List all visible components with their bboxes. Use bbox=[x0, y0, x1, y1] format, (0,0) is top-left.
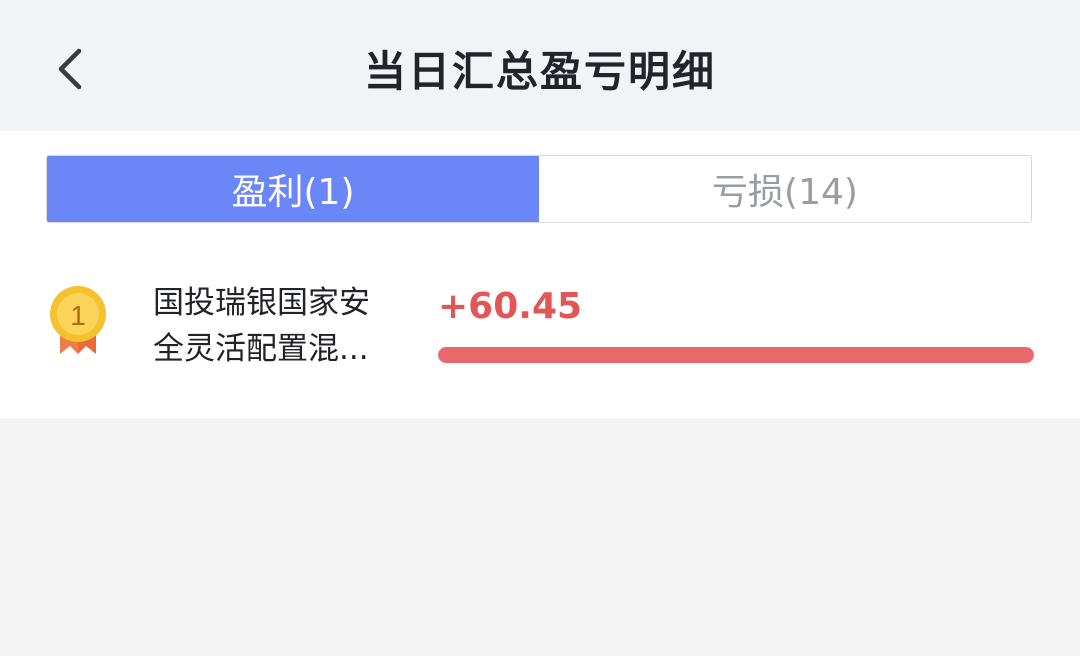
tab-profit[interactable]: 盈利(1) bbox=[47, 156, 539, 222]
page-title: 当日汇总盈亏明细 bbox=[363, 47, 716, 96]
fund-name: 国投瑞银国家安 全灵活配置混... bbox=[153, 280, 403, 372]
profit-bar-fill bbox=[438, 347, 1034, 363]
fund-name-line1: 国投瑞银国家安 bbox=[153, 285, 370, 321]
top-navigation-bar: 当日汇总盈亏明细 bbox=[0, 0, 1080, 131]
rank-number: 1 bbox=[70, 300, 86, 331]
detail-panel: 盈利(1) 亏损(14) 1 国投瑞银国家安 全灵活配置混... +60.45 bbox=[0, 131, 1080, 418]
tab-loss[interactable]: 亏损(14) bbox=[539, 156, 1031, 222]
gold-medal-icon: 1 bbox=[50, 286, 106, 354]
profit-bar-track bbox=[438, 347, 1034, 363]
segmented-tabs: 盈利(1) 亏损(14) bbox=[46, 155, 1032, 223]
fund-name-line2: 全灵活配置混... bbox=[153, 331, 369, 367]
profit-value: +60.45 bbox=[438, 286, 583, 327]
list-item[interactable]: 1 国投瑞银国家安 全灵活配置混... +60.45 bbox=[0, 280, 1080, 380]
